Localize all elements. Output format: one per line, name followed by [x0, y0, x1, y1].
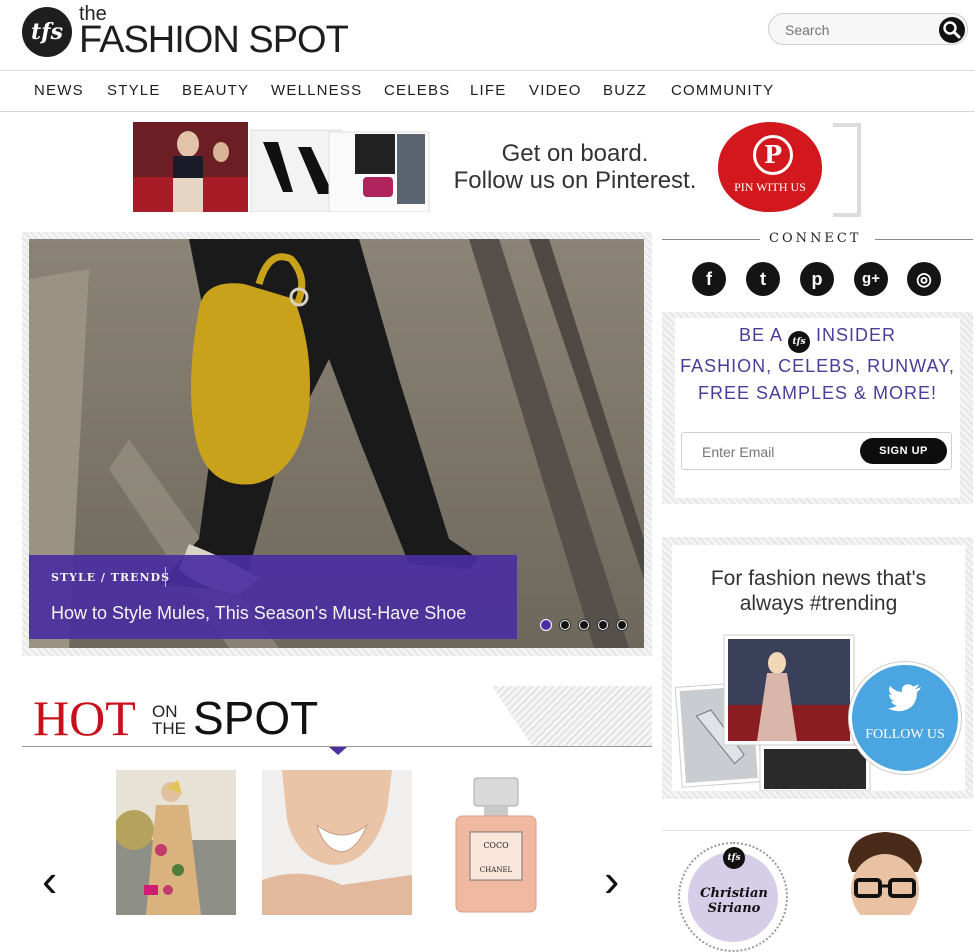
sign-up-button[interactable]: SIGN UP: [860, 438, 947, 464]
site-header: tfs the FASHION SPOT: [0, 0, 975, 71]
follow-us-label: FOLLOW US: [865, 727, 945, 742]
pinterest-line1: Get on board.: [501, 140, 649, 167]
siriano-tfs-logo: tfs: [723, 847, 745, 869]
slide-dot-2[interactable]: [559, 619, 571, 631]
siriano-divider: [662, 830, 973, 831]
twitter-icon[interactable]: t: [746, 262, 780, 296]
logo-wordmark[interactable]: FASHION SPOT: [79, 19, 349, 62]
nav-video[interactable]: VIDEO: [529, 82, 582, 99]
pinterest-line2: Follow us on Pinterest.: [453, 167, 697, 194]
carousel-next-button[interactable]: ›: [604, 855, 619, 905]
nav-buzz[interactable]: BUZZ: [603, 82, 647, 99]
banner-photo-collage: [133, 122, 430, 213]
svg-text:CHANEL: CHANEL: [480, 866, 513, 874]
facebook-icon[interactable]: f: [692, 262, 726, 296]
pinterest-icon[interactable]: p: [800, 262, 834, 296]
nav-life[interactable]: LIFE: [470, 82, 506, 99]
tfs-logo-icon: tfs: [788, 331, 811, 353]
slide-dot-4[interactable]: [597, 619, 609, 631]
the-word: THE: [152, 719, 186, 738]
on-the-heading: ON THE: [152, 703, 186, 737]
pinterest-logo-icon: P: [753, 135, 793, 175]
carousel-item-beauty[interactable]: [262, 770, 412, 915]
siriano-name: Christian Siriano: [700, 886, 768, 916]
spot-heading: SPOT: [193, 692, 319, 744]
connect-rule-right: [875, 239, 973, 240]
nav-news[interactable]: NEWS: [34, 82, 84, 99]
siriano-portrait-photo: [830, 832, 940, 915]
siriano-portrait[interactable]: [830, 832, 940, 915]
search-box: [768, 13, 968, 45]
nav-wellness[interactable]: WELLNESS: [271, 82, 362, 99]
category-separator: [165, 567, 166, 587]
insider-line1: BE A tfs INSIDER: [675, 322, 960, 353]
pin-with-us-button[interactable]: P PIN WITH US: [718, 122, 822, 212]
twitter-bird-icon: [887, 683, 923, 721]
carousel-prev-button[interactable]: ‹: [42, 855, 57, 905]
nav-beauty[interactable]: BEAUTY: [182, 82, 249, 99]
hot-pointer-arrow: [329, 747, 347, 755]
insider-be-a: BE A: [738, 325, 782, 345]
slide-dot-3[interactable]: [578, 619, 590, 631]
connect-title: CONNECT: [769, 231, 862, 246]
smiling-woman-photo: [262, 770, 412, 915]
slide-dot-5[interactable]: [616, 619, 628, 631]
insider-line3: FREE SAMPLES & MORE!: [697, 383, 938, 403]
pinterest-banner-text[interactable]: Get on board. Follow us on Pinterest.: [440, 140, 710, 194]
carousel-item-street-style[interactable]: [116, 770, 236, 915]
pinterest-banner-photos[interactable]: [133, 122, 433, 213]
logo-mark[interactable]: tfs: [22, 7, 72, 57]
hero-title[interactable]: How to Style Mules, This Season's Must-H…: [51, 603, 466, 624]
insider-headline: BE A tfs INSIDER FASHION, CELEBS, RUNWAY…: [675, 322, 960, 407]
nav-style[interactable]: STYLE: [107, 82, 161, 99]
connect-rule-left: [662, 239, 760, 240]
banner-bracket-decoration: [833, 123, 861, 217]
hot-heading: HOT: [33, 690, 136, 746]
twitter-line2: always #trending: [739, 592, 898, 615]
instagram-icon[interactable]: ◎: [907, 262, 941, 296]
search-input[interactable]: [783, 19, 927, 41]
pin-with-us-label: PIN WITH US: [734, 180, 806, 194]
twitter-promo-text: For fashion news that's always #trending: [672, 566, 965, 616]
email-input[interactable]: [700, 442, 854, 462]
svg-text:COCO: COCO: [483, 841, 509, 850]
google-plus-icon[interactable]: g+: [854, 262, 888, 296]
follow-us-button[interactable]: FOLLOW US: [849, 662, 961, 774]
hero-caption[interactable]: STYLE / TRENDS How to Style Mules, This …: [29, 555, 517, 639]
insider-line2: FASHION, CELEBS, RUNWAY,: [680, 356, 955, 376]
carousel-item-perfume[interactable]: COCO CHANEL: [446, 770, 546, 915]
street-style-photo: [116, 770, 236, 915]
twitter-line1: For fashion news that's: [710, 567, 927, 590]
hero-category[interactable]: STYLE / TRENDS: [51, 571, 170, 584]
perfume-bottle-photo: COCO CHANEL: [446, 770, 546, 915]
on-word: ON: [152, 702, 178, 721]
nav-celebs[interactable]: CELEBS: [384, 82, 450, 99]
main-nav: NEWS STYLE BEAUTY WELLNESS CELEBS LIFE V…: [0, 71, 975, 112]
insider-word: INSIDER: [816, 325, 897, 345]
nav-community[interactable]: COMMUNITY: [671, 82, 774, 99]
search-button[interactable]: [939, 17, 965, 43]
slide-dot-1[interactable]: [540, 619, 552, 631]
search-icon: [943, 21, 961, 39]
